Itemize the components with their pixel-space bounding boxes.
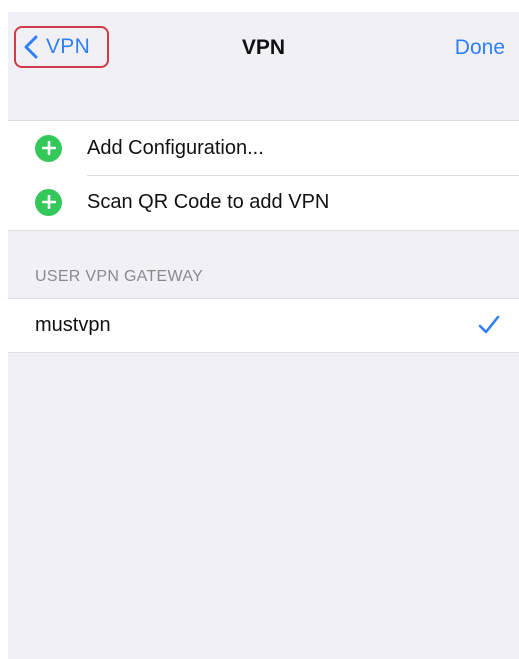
checkmark-icon [478, 315, 500, 340]
vpn-settings-screen: VPN VPN Done Add Configuration... Scan Q… [8, 12, 519, 659]
vpn-gateway-group: mustvpn [8, 298, 519, 353]
scan-qr-code-label: Scan QR Code to add VPN [87, 190, 330, 213]
add-vpn-group: Add Configuration... Scan QR Code to add… [8, 120, 519, 231]
plus-circle-icon [35, 188, 62, 216]
navigation-bar: VPN VPN Done [8, 12, 519, 120]
done-button[interactable]: Done [455, 36, 505, 60]
add-configuration-label: Add Configuration... [87, 136, 264, 159]
vpn-item-mustvpn[interactable]: mustvpn [8, 299, 519, 352]
add-configuration-row[interactable]: Add Configuration... [8, 121, 519, 175]
section-header-user-vpn-gateway: USER VPN GATEWAY [35, 268, 204, 285]
scan-qr-code-row[interactable]: Scan QR Code to add VPN [8, 175, 519, 229]
page-title: VPN [241, 36, 286, 59]
vpn-item-name: mustvpn [35, 314, 111, 336]
plus-circle-icon [35, 134, 62, 162]
